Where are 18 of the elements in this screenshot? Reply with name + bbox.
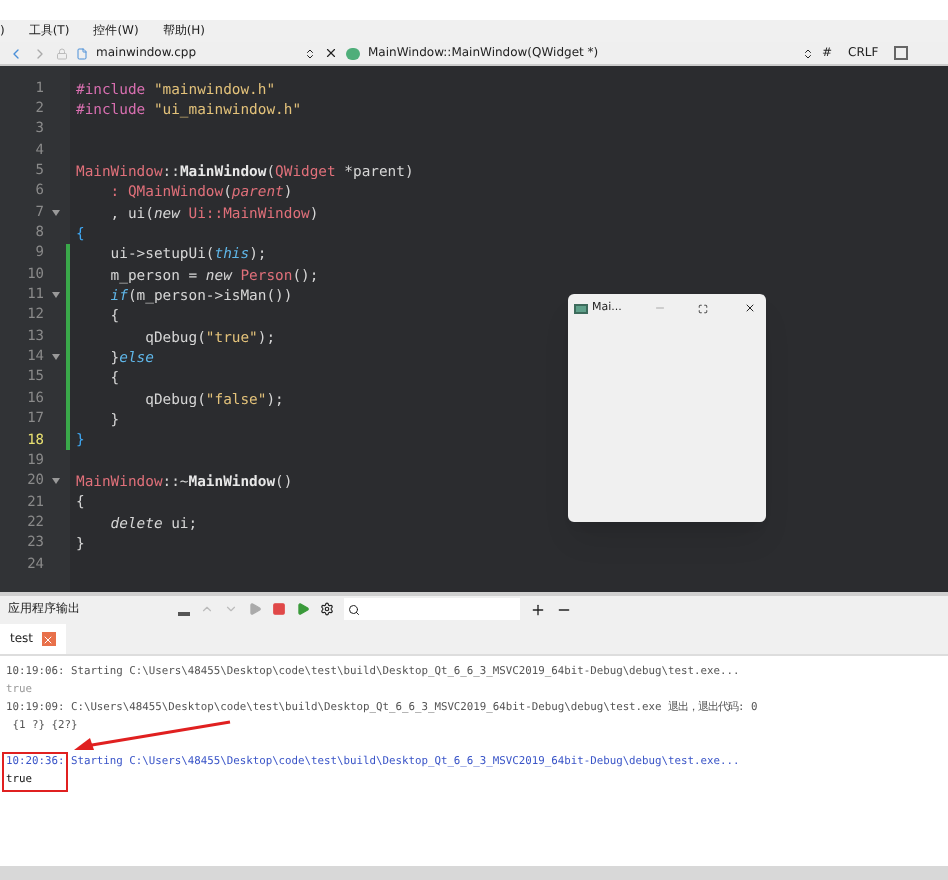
- fold-icon[interactable]: [52, 292, 60, 299]
- app-icon: [574, 303, 588, 313]
- fold-icon[interactable]: [52, 354, 60, 361]
- zoom-in-icon[interactable]: [530, 601, 546, 617]
- close-icon[interactable]: [324, 46, 338, 60]
- fold-icon[interactable]: [52, 209, 60, 216]
- back-icon[interactable]: [8, 45, 24, 61]
- settings-icon[interactable]: [320, 602, 334, 616]
- split-icon[interactable]: [894, 46, 909, 60]
- search-icon: [348, 603, 360, 615]
- debug-run-icon[interactable]: [296, 602, 310, 616]
- file-icon: [76, 47, 88, 59]
- stop-icon[interactable]: [272, 602, 286, 616]
- class-icon: [346, 47, 360, 59]
- fold-icon[interactable]: [52, 478, 60, 485]
- maximize-icon[interactable]: [697, 303, 708, 313]
- search-field[interactable]: [344, 598, 520, 620]
- close-icon[interactable]: [743, 302, 756, 314]
